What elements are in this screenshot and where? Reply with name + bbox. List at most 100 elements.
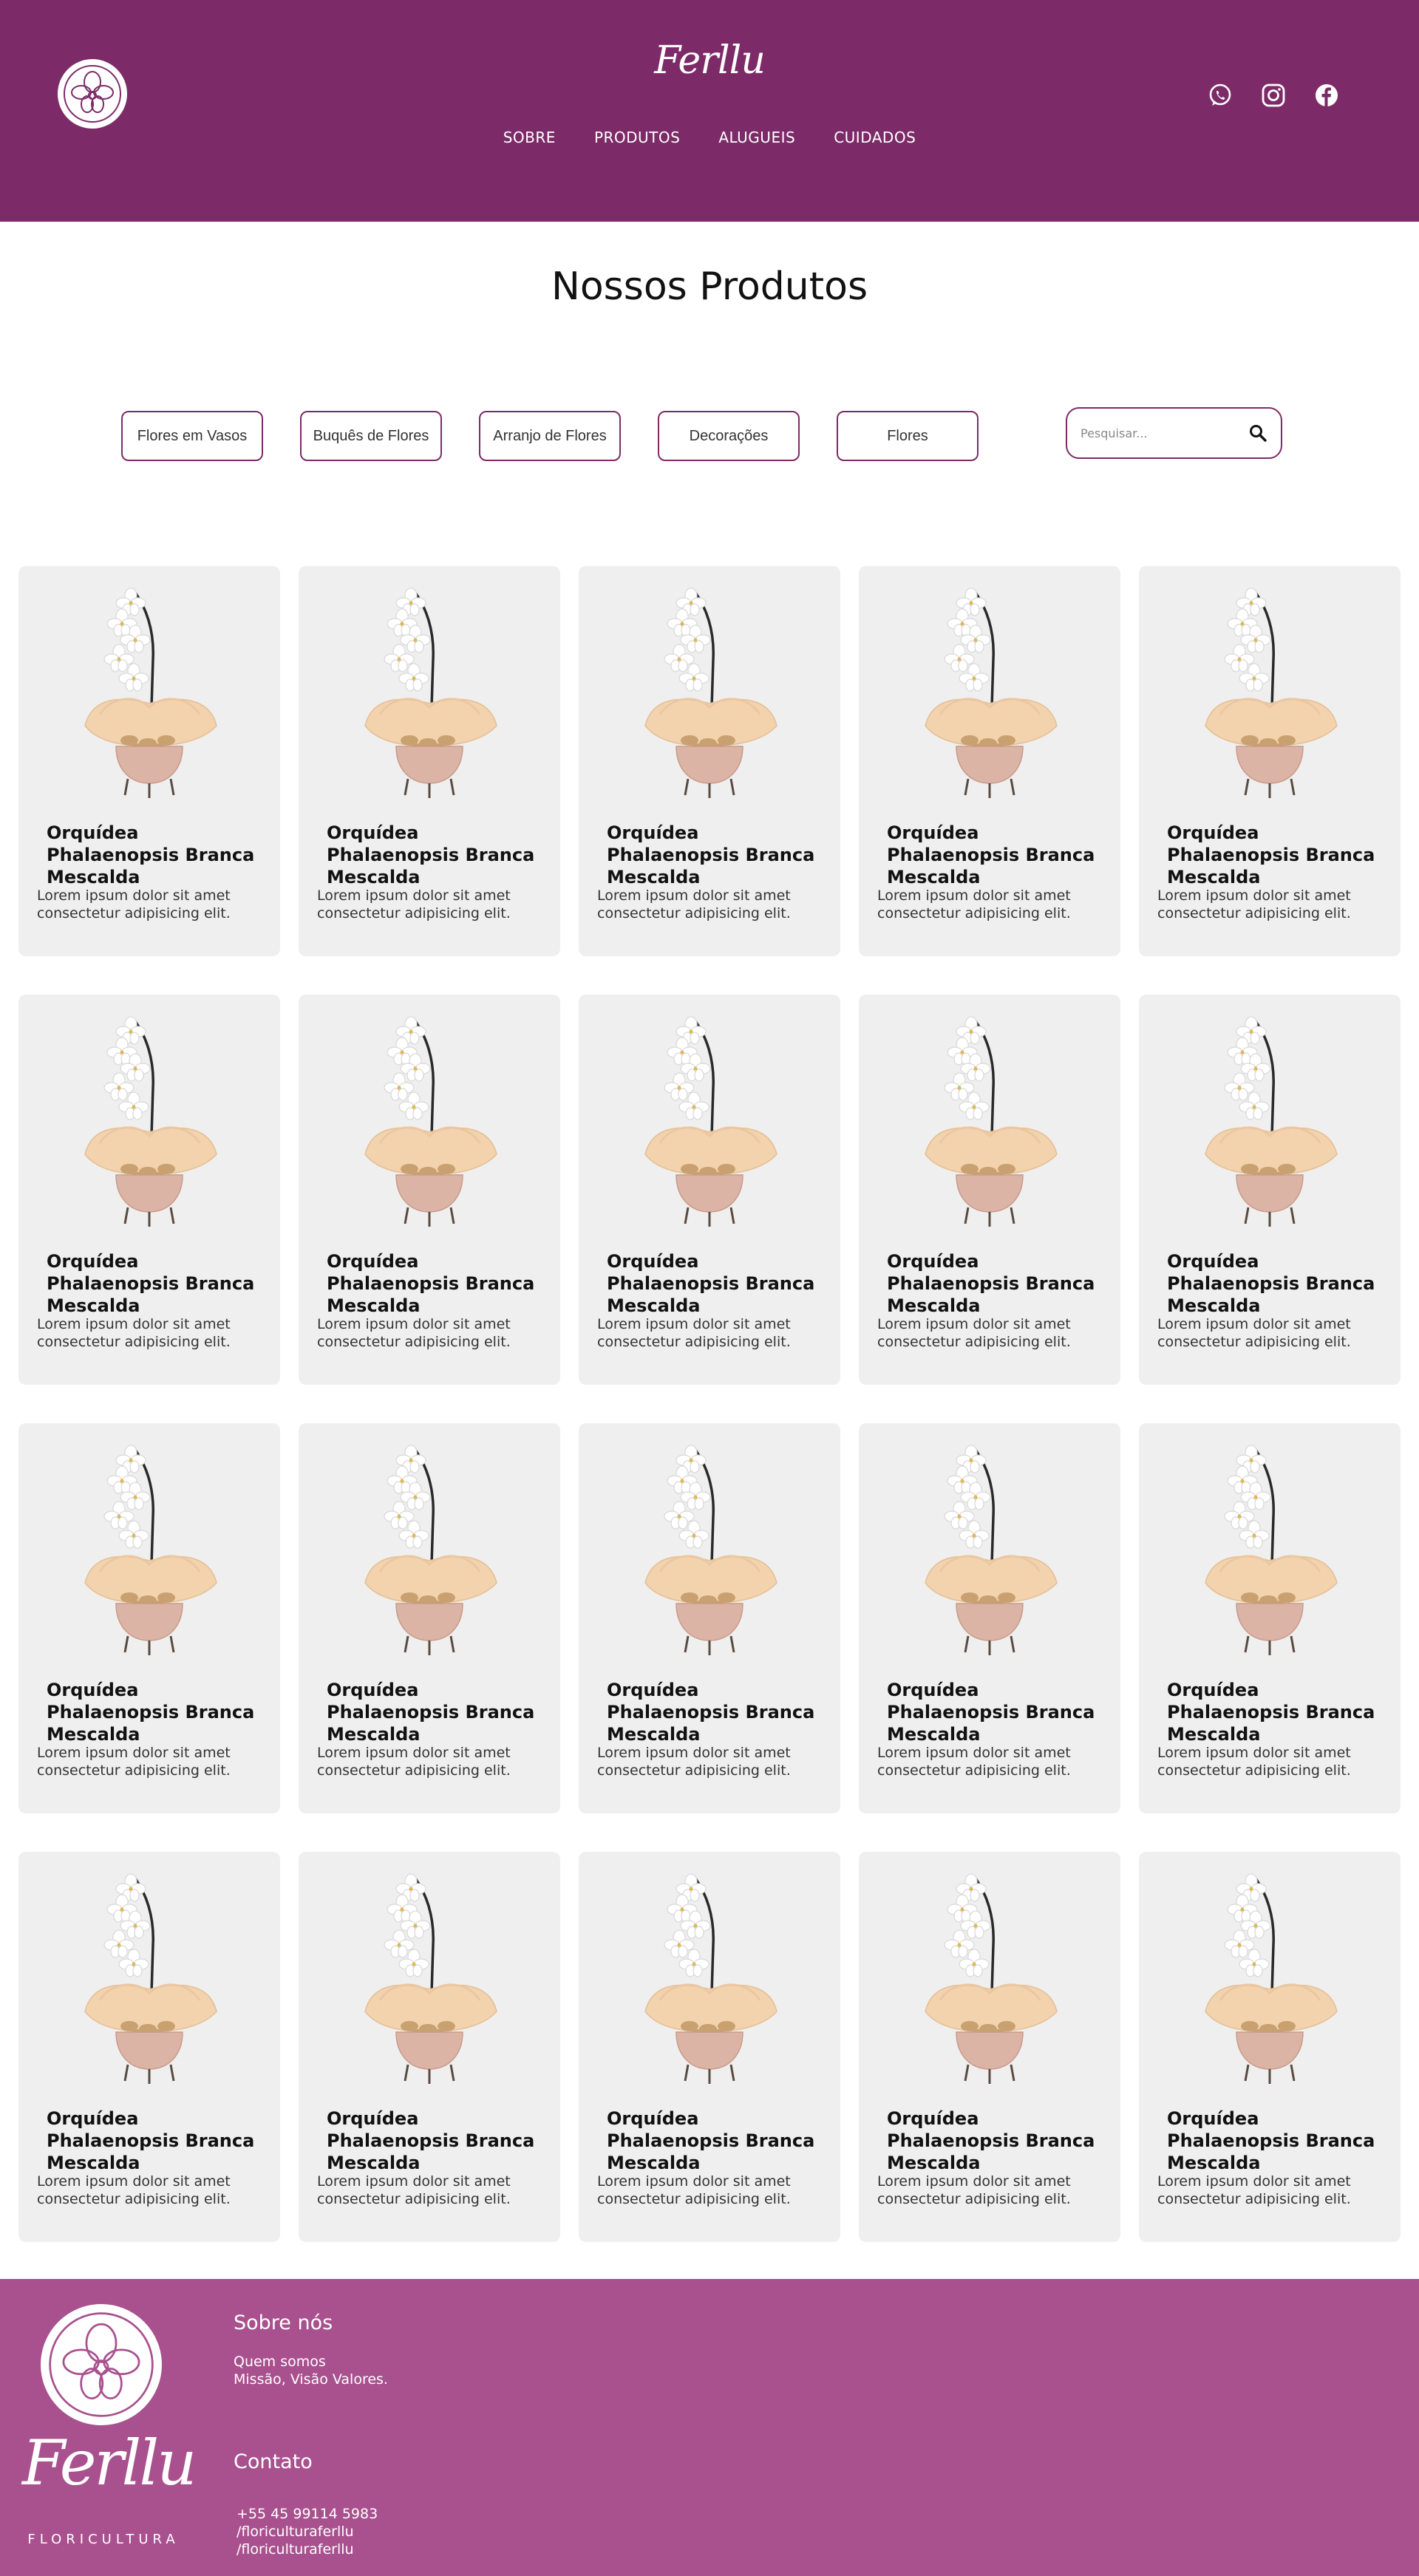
product-description: Lorem ipsum dolor sit amet consectetur a… <box>597 887 791 921</box>
product-card[interactable]: Orquídea Phalaenopsis Branca Mescalda Lor… <box>859 1852 1120 2242</box>
nav-item-cuidados[interactable]: CUIDADOS <box>834 129 916 146</box>
search-input[interactable] <box>1081 426 1248 440</box>
footer-about-line-2[interactable]: Missão, Visão Valores. <box>234 2371 388 2388</box>
nav-item-alugueis[interactable]: ALUGUEIS <box>718 129 795 146</box>
product-description: Lorem ipsum dolor sit amet consectetur a… <box>317 2173 511 2207</box>
product-card[interactable]: Orquídea Phalaenopsis Branca Mescalda Lor… <box>18 1423 280 1813</box>
product-title[interactable]: Orquídea Phalaenopsis Branca Mescalda <box>327 2108 548 2174</box>
footer-tagline: FLORICULTURA <box>27 2532 180 2547</box>
product-image[interactable] <box>1198 585 1341 800</box>
product-title[interactable]: Orquídea Phalaenopsis Branca Mescalda <box>887 1250 1109 1317</box>
product-image[interactable] <box>918 1442 1061 1657</box>
product-description: Lorem ipsum dolor sit amet consectetur a… <box>37 2173 231 2207</box>
product-image[interactable] <box>638 1014 781 1228</box>
product-card[interactable]: Orquídea Phalaenopsis Branca Mescalda Lor… <box>1139 566 1401 956</box>
product-card[interactable]: Orquídea Phalaenopsis Branca Mescalda Lor… <box>299 566 560 956</box>
footer-about-line-1[interactable]: Quem somos <box>234 2353 326 2371</box>
product-image[interactable] <box>1198 1442 1341 1657</box>
product-description: Lorem ipsum dolor sit amet consectetur a… <box>597 2173 791 2207</box>
product-image[interactable] <box>358 585 501 800</box>
product-description: Lorem ipsum dolor sit amet consectetur a… <box>597 1316 791 1350</box>
footer-phone-link[interactable]: +55 45 99114 5983 <box>236 2505 378 2523</box>
product-card[interactable]: Orquídea Phalaenopsis Branca Mescalda Lor… <box>18 995 280 1385</box>
product-title[interactable]: Orquídea Phalaenopsis Branca Mescalda <box>327 1679 548 1745</box>
product-title[interactable]: Orquídea Phalaenopsis Branca Mescalda <box>607 1250 828 1317</box>
product-card[interactable]: Orquídea Phalaenopsis Branca Mescalda Lor… <box>1139 995 1401 1385</box>
product-image[interactable] <box>358 1871 501 2085</box>
whatsapp-icon[interactable] <box>1208 83 1233 108</box>
product-title[interactable]: Orquídea Phalaenopsis Branca Mescalda <box>47 2108 268 2174</box>
product-image[interactable] <box>1198 1871 1341 2085</box>
product-description: Lorem ipsum dolor sit amet consectetur a… <box>317 1745 511 1779</box>
footer-facebook-link[interactable]: /floriculturaferllu <box>236 2541 354 2558</box>
product-card[interactable]: Orquídea Phalaenopsis Branca Mescalda Lor… <box>299 1852 560 2242</box>
product-image[interactable] <box>918 1014 1061 1228</box>
product-description: Lorem ipsum dolor sit amet consectetur a… <box>877 1745 1071 1779</box>
product-title[interactable]: Orquídea Phalaenopsis Branca Mescalda <box>1167 2108 1389 2174</box>
product-description: Lorem ipsum dolor sit amet consectetur a… <box>1157 887 1351 921</box>
product-title[interactable]: Orquídea Phalaenopsis Branca Mescalda <box>887 822 1109 888</box>
product-image[interactable] <box>358 1014 501 1228</box>
footer-contact-heading: Contato <box>234 2450 313 2473</box>
social-links <box>1208 83 1339 108</box>
product-description: Lorem ipsum dolor sit amet consectetur a… <box>1157 2173 1351 2207</box>
site-footer: Ferllu FLORICULTURA Sobre nós Quem somos… <box>0 2279 1419 2576</box>
filter-buques-de-flores[interactable]: Buquês de Flores <box>300 411 442 461</box>
product-title[interactable]: Orquídea Phalaenopsis Branca Mescalda <box>47 1679 268 1745</box>
product-card[interactable]: Orquídea Phalaenopsis Branca Mescalda Lor… <box>299 995 560 1385</box>
product-title[interactable]: Orquídea Phalaenopsis Branca Mescalda <box>47 822 268 888</box>
product-title[interactable]: Orquídea Phalaenopsis Branca Mescalda <box>47 1250 268 1317</box>
footer-orchid-logo-icon <box>41 2304 162 2425</box>
product-card[interactable]: Orquídea Phalaenopsis Branca Mescalda Lor… <box>299 1423 560 1813</box>
product-title[interactable]: Orquídea Phalaenopsis Branca Mescalda <box>887 1679 1109 1745</box>
product-description: Lorem ipsum dolor sit amet consectetur a… <box>317 1316 511 1350</box>
instagram-icon[interactable] <box>1261 83 1286 108</box>
product-title[interactable]: Orquídea Phalaenopsis Branca Mescalda <box>327 822 548 888</box>
footer-instagram-link[interactable]: /floriculturaferllu <box>236 2523 354 2541</box>
product-card[interactable]: Orquídea Phalaenopsis Branca Mescalda Lor… <box>579 566 840 956</box>
product-title[interactable]: Orquídea Phalaenopsis Branca Mescalda <box>607 822 828 888</box>
brand-wordmark[interactable]: Ferllu <box>0 38 1419 83</box>
product-card[interactable]: Orquídea Phalaenopsis Branca Mescalda Lor… <box>1139 1852 1401 2242</box>
filter-decoracoes[interactable]: Decorações <box>658 411 800 461</box>
product-image[interactable] <box>638 1442 781 1657</box>
product-description: Lorem ipsum dolor sit amet consectetur a… <box>877 2173 1071 2207</box>
product-card[interactable]: Orquídea Phalaenopsis Branca Mescalda Lor… <box>579 1423 840 1813</box>
product-image[interactable] <box>78 585 221 800</box>
product-card[interactable]: Orquídea Phalaenopsis Branca Mescalda Lor… <box>579 995 840 1385</box>
product-card[interactable]: Orquídea Phalaenopsis Branca Mescalda Lor… <box>859 566 1120 956</box>
search-box <box>1066 407 1282 459</box>
site-header: Ferllu SOBRE PRODUTOS ALUGUEIS CUIDADOS <box>0 0 1419 222</box>
product-title[interactable]: Orquídea Phalaenopsis Branca Mescalda <box>1167 1679 1389 1745</box>
product-image[interactable] <box>78 1442 221 1657</box>
product-image[interactable] <box>78 1014 221 1228</box>
product-card[interactable]: Orquídea Phalaenopsis Branca Mescalda Lor… <box>859 995 1120 1385</box>
facebook-icon[interactable] <box>1314 83 1339 108</box>
product-title[interactable]: Orquídea Phalaenopsis Branca Mescalda <box>327 1250 548 1317</box>
product-card[interactable]: Orquídea Phalaenopsis Branca Mescalda Lor… <box>18 566 280 956</box>
product-title[interactable]: Orquídea Phalaenopsis Branca Mescalda <box>1167 822 1389 888</box>
product-card[interactable]: Orquídea Phalaenopsis Branca Mescalda Lor… <box>859 1423 1120 1813</box>
product-image[interactable] <box>638 1871 781 2085</box>
product-card[interactable]: Orquídea Phalaenopsis Branca Mescalda Lor… <box>18 1852 280 2242</box>
filter-flores[interactable]: Flores <box>837 411 979 461</box>
product-image[interactable] <box>358 1442 501 1657</box>
product-card[interactable]: Orquídea Phalaenopsis Branca Mescalda Lor… <box>579 1852 840 2242</box>
search-icon[interactable] <box>1248 423 1267 443</box>
product-title[interactable]: Orquídea Phalaenopsis Branca Mescalda <box>1167 1250 1389 1317</box>
nav-item-sobre[interactable]: SOBRE <box>503 129 556 146</box>
product-image[interactable] <box>918 585 1061 800</box>
product-title[interactable]: Orquídea Phalaenopsis Branca Mescalda <box>607 1679 828 1745</box>
filter-arranjo-de-flores[interactable]: Arranjo de Flores <box>479 411 621 461</box>
product-image[interactable] <box>918 1871 1061 2085</box>
product-image[interactable] <box>78 1871 221 2085</box>
product-description: Lorem ipsum dolor sit amet consectetur a… <box>877 1316 1071 1350</box>
product-image[interactable] <box>638 585 781 800</box>
filter-flores-em-vasos[interactable]: Flores em Vasos <box>121 411 263 461</box>
footer-about-heading: Sobre nós <box>234 2311 333 2334</box>
product-image[interactable] <box>1198 1014 1341 1228</box>
nav-item-produtos[interactable]: PRODUTOS <box>594 129 680 146</box>
product-card[interactable]: Orquídea Phalaenopsis Branca Mescalda Lor… <box>1139 1423 1401 1813</box>
product-title[interactable]: Orquídea Phalaenopsis Branca Mescalda <box>887 2108 1109 2174</box>
product-title[interactable]: Orquídea Phalaenopsis Branca Mescalda <box>607 2108 828 2174</box>
